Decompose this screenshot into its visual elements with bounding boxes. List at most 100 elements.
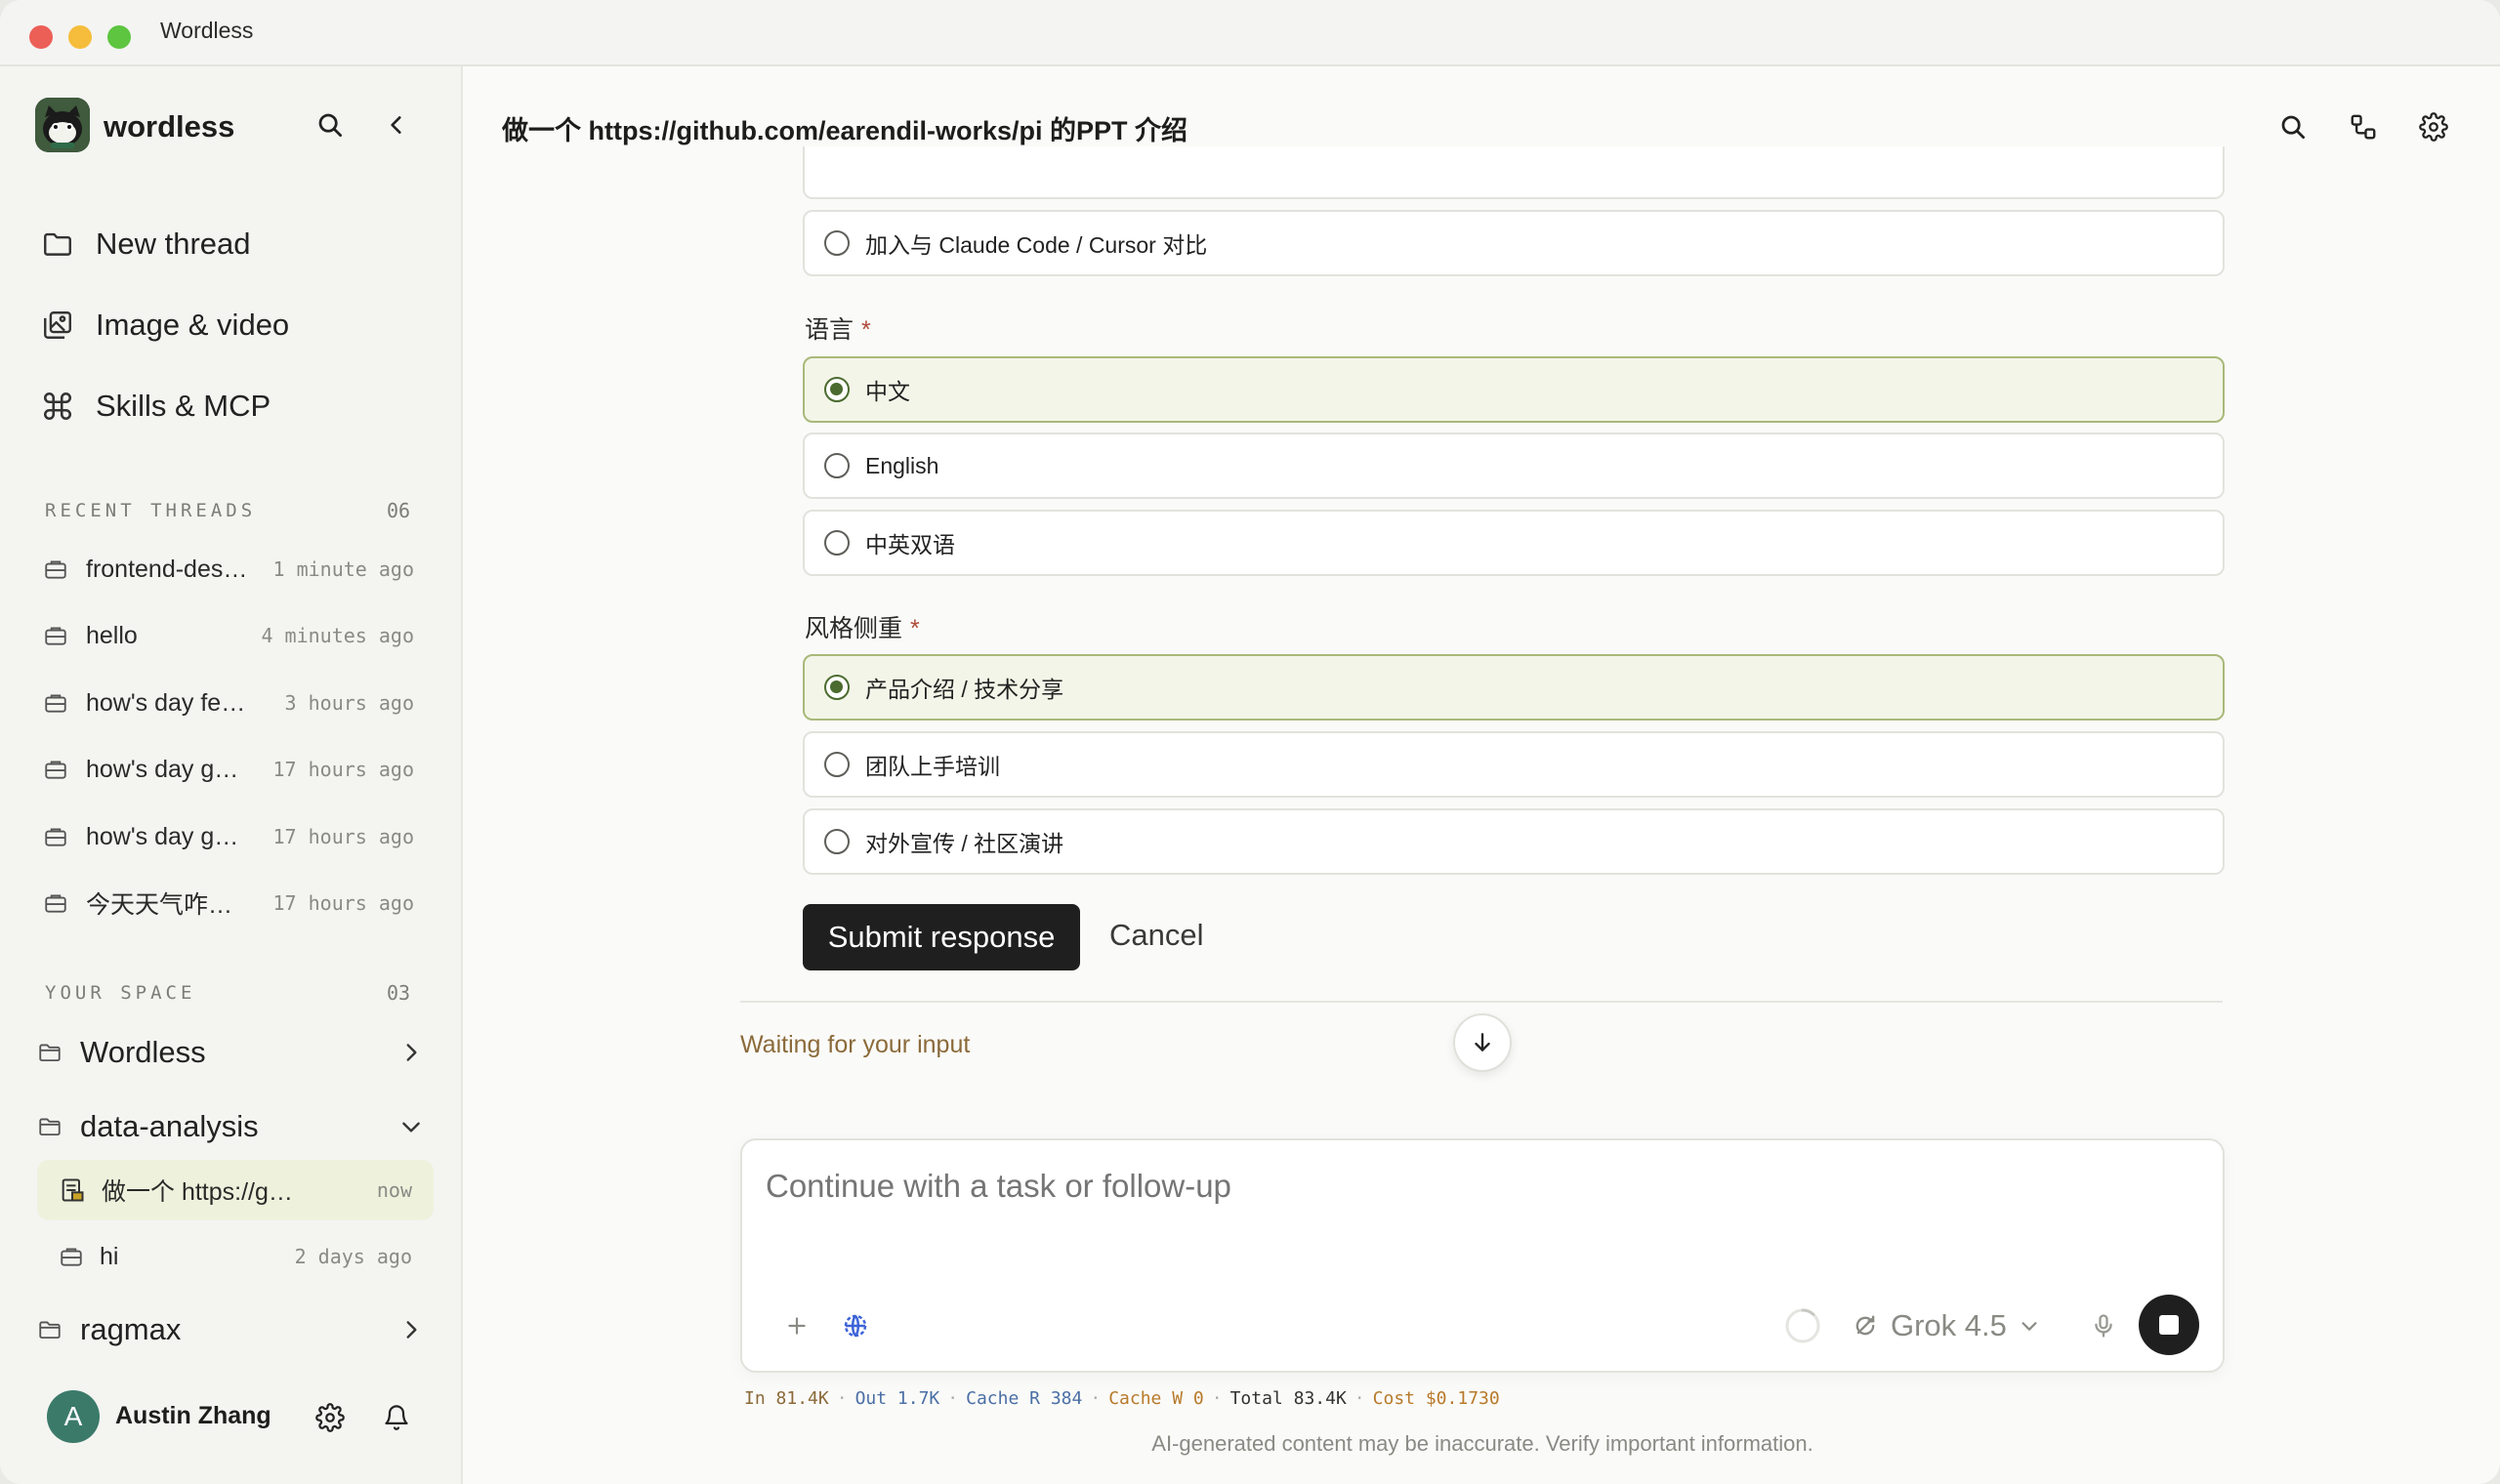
status-text: Waiting for your input [740,1031,971,1058]
cancel-button[interactable]: Cancel [1109,918,1204,953]
question-language-label: 语言 * [805,310,871,346]
recent-thread-item[interactable]: how's day feeling 3 hours ago [43,679,414,727]
folder-icon [44,232,71,256]
space-thread-item-active[interactable]: 做一个 https://github.com/earendil-works/pi… [37,1160,434,1220]
add-attachment-button[interactable] [775,1304,818,1347]
brand-name: wordless [104,109,235,144]
nav-new-thread-label: New thread [96,227,251,261]
space-folder-name: Wordless [80,1035,206,1069]
search-icon [318,113,342,137]
space-folder-wordless[interactable]: Wordless [37,1025,424,1080]
folder-icon [39,1044,61,1062]
option-label: 中文 [865,379,910,404]
space-thread-item[interactable]: hi 2 days ago [37,1226,434,1287]
thread-title: how's day feeling [86,688,252,717]
option-style-product-tech[interactable]: 产品介绍 / 技术分享 [803,654,2225,721]
scroll-to-bottom-button[interactable] [1453,1013,1512,1072]
token-usage-bar: In 81.4K · Out 1.7K · Cache R 384 · Cache W 0 ·… [744,1388,1500,1409]
workflow-icon [2351,114,2376,140]
usage-in-key: In [744,1388,766,1409]
radio-button[interactable] [824,752,850,777]
thread-title: hello [86,621,138,649]
user-avatar[interactable]: A [47,1390,100,1443]
thread-time: 1 minute ago [272,557,415,581]
main-search-button[interactable] [2271,105,2314,148]
radio-button[interactable] [824,829,850,854]
thread-time: now [376,1178,412,1202]
option-partial-hidden[interactable] [803,146,2225,199]
radio-button-checked[interactable] [824,675,850,700]
radio-button[interactable] [824,230,850,256]
chevron-left-icon [391,116,401,134]
option-compare-claude-cursor[interactable]: 加入与 Claude Code / Cursor 对比 [803,210,2225,276]
question-label-text: 风格侧重 [805,615,903,642]
nav-new-thread[interactable]: New thread [41,215,251,273]
required-marker: * [861,316,871,344]
gear-icon [2419,112,2448,142]
space-folder-ragmax[interactable]: ragmax [37,1302,424,1357]
recent-thread-item[interactable]: how's day going 17 hours ago [43,745,414,794]
submit-response-button[interactable]: Submit response [803,904,1080,970]
notifications-button[interactable] [375,1396,418,1439]
close-window-button[interactable] [29,25,53,49]
usage-cache-read-value: 384 [1050,1388,1083,1409]
recent-threads-heading: RECENT THREADS [45,500,257,521]
thread-time: 2 days ago [294,1245,412,1268]
thread-time: 3 hours ago [284,691,414,715]
sidebar-search-button[interactable] [309,103,352,146]
option-style-community[interactable]: 对外宣传 / 社区演讲 [803,808,2225,875]
minimize-window-button[interactable] [68,25,92,49]
option-label: 加入与 Claude Code / Cursor 对比 [865,232,1208,258]
space-folder-data-analysis[interactable]: data-analysis [37,1099,424,1154]
required-marker: * [910,615,920,642]
message-input[interactable] [766,1168,2133,1205]
stop-generation-button[interactable] [2139,1295,2199,1355]
command-icon [43,392,72,421]
nav-skills-mcp[interactable]: Skills & MCP [41,377,271,435]
recent-thread-item[interactable]: 今天天气咋样啊 17 hours ago [43,879,414,928]
recent-thread-item[interactable]: frontend-design 1 minute ago [43,545,414,594]
option-label: 中英双语 [865,532,955,557]
title-bar: Wordless [0,0,2500,66]
option-label: 产品介绍 / 技术分享 [865,677,1064,702]
thread-title: how's day going [86,755,252,783]
workflow-button[interactable] [2342,105,2385,148]
question-label-text: 语言 [805,316,854,344]
radio-button[interactable] [824,530,850,556]
nav-image-video[interactable]: Image & video [41,296,289,354]
question-style-label: 风格侧重 * [805,609,920,644]
window-title: Wordless [160,18,254,43]
thread-title: how's day going [86,822,252,850]
thread-title: frontend-design [86,555,252,583]
usage-cost-key: Cost [1372,1388,1415,1409]
option-label: 对外宣传 / 社区演讲 [865,831,1064,856]
web-search-toggle[interactable] [834,1304,877,1347]
option-language-bilingual[interactable]: 中英双语 [803,510,2225,576]
user-name: Austin Zhang [115,1402,271,1429]
recent-thread-item[interactable]: hello 4 minutes ago [43,611,414,660]
folder-icon [39,1118,61,1136]
composer: Grok 4.5 [740,1138,2225,1373]
recent-thread-item[interactable]: how's day going 17 hours ago [43,812,414,861]
radio-button-checked[interactable] [824,377,850,402]
briefcase-icon [45,694,66,713]
option-language-en[interactable]: English [803,433,2225,499]
collapse-sidebar-button[interactable] [375,103,418,146]
thread-title: 今天天气咋样啊 [86,891,252,919]
search-icon [2281,115,2305,139]
ai-disclaimer: AI-generated content may be inaccurate. … [1151,1431,1813,1456]
radio-button[interactable] [824,453,850,478]
divider [740,1001,2223,1003]
user-settings-button[interactable] [309,1396,352,1439]
option-language-zh[interactable]: 中文 [803,356,2225,423]
usage-in-value: 81.4K [775,1388,829,1409]
model-selector[interactable]: Grok 4.5 [1852,1306,2040,1345]
presentation-doc-icon [62,1178,84,1202]
usage-total-key: Total [1229,1388,1283,1409]
main-settings-button[interactable] [2412,105,2455,148]
maximize-window-button[interactable] [107,25,131,49]
voice-input-button[interactable] [2082,1304,2125,1347]
option-style-team-training[interactable]: 团队上手培训 [803,731,2225,798]
chevron-down-icon [402,1122,420,1133]
model-refresh-icon [1855,1315,1875,1336]
